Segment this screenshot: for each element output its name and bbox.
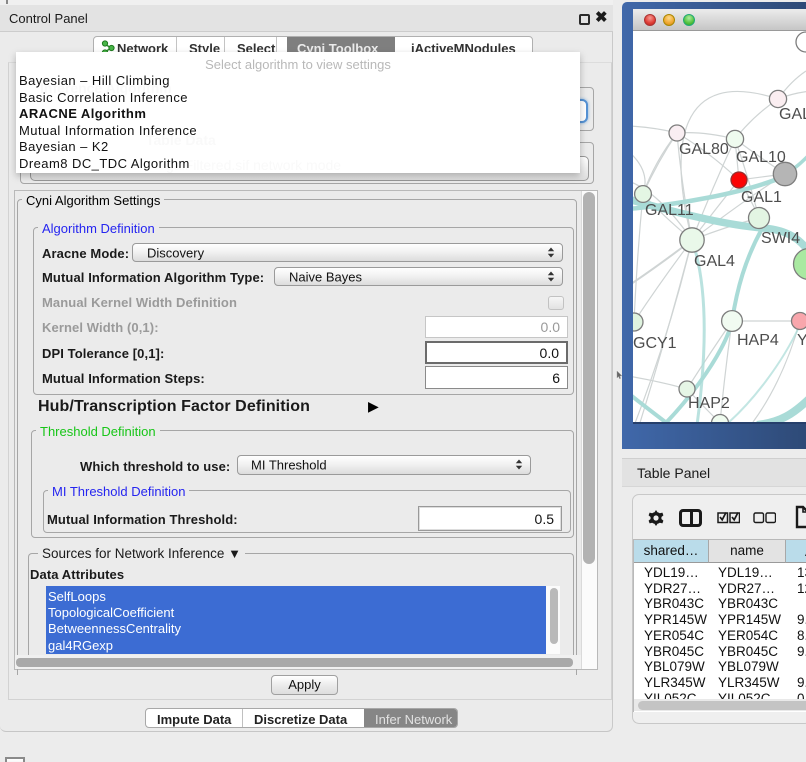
svg-text:HAP2: HAP2 bbox=[688, 395, 730, 412]
svg-text:SWI4: SWI4 bbox=[761, 230, 800, 247]
svg-text:Y: Y bbox=[797, 332, 806, 349]
svg-text:GAL80: GAL80 bbox=[679, 141, 729, 158]
svg-text:GCY1: GCY1 bbox=[633, 335, 677, 352]
svg-text:GAL10: GAL10 bbox=[736, 149, 786, 166]
svg-text:GAL11: GAL11 bbox=[645, 202, 694, 219]
svg-text:GAL1: GAL1 bbox=[741, 189, 782, 206]
svg-text:GAL7: GAL7 bbox=[779, 106, 806, 123]
svg-text:GAL4: GAL4 bbox=[694, 253, 735, 270]
svg-text:HAP4: HAP4 bbox=[737, 332, 779, 349]
